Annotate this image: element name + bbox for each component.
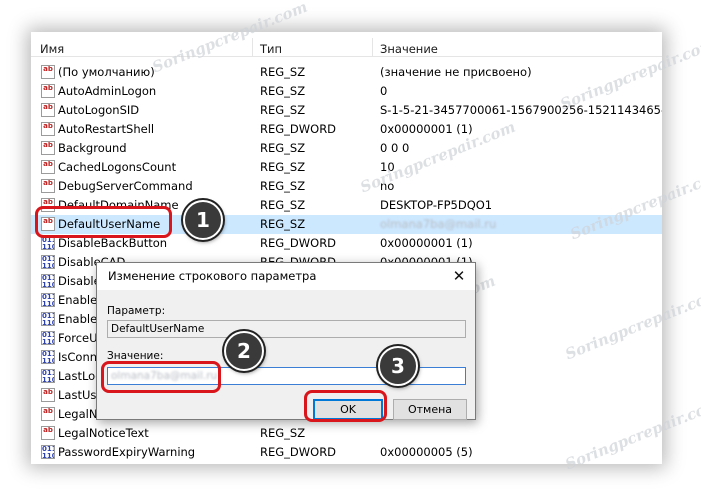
table-row[interactable]: ab DebugServerCommand REG_SZ no [31,177,662,196]
value-data: 0 0 0 [380,141,410,155]
value-name: Disable [58,274,101,288]
value-type: REG_SZ [260,84,306,98]
close-icon[interactable]: ✕ [451,263,467,290]
value-name: CachedLogonsCount [58,160,177,174]
value-name: (По умолчанию) [58,65,155,79]
value-data: 0x00000001 (1) [380,122,473,136]
string-value-icon: ab [41,388,55,402]
value-type: REG_DWORD [260,236,337,250]
param-name-field: DefaultUserName [107,320,466,338]
value-name: LegalNoticeText [58,426,149,440]
dword-value-icon: 011110 [41,312,55,326]
cancel-button[interactable]: Отмена [393,399,467,420]
callout-badge-1: 1 [183,200,223,240]
table-row[interactable]: ab AutoAdminLogon REG_SZ 0 [31,82,662,101]
callout-highlight-ok [304,390,387,422]
dword-value-icon: 011110 [41,274,55,288]
string-value-icon: ab [41,65,55,79]
string-value-icon: ab [41,160,55,174]
value-data: olmana7ba@mail.ru [380,217,497,231]
edit-string-dialog: Изменение строкового параметра ✕ Парамет… [96,262,476,420]
value-name: AutoAdminLogon [58,84,157,98]
value-data: DESKTOP-FP5DQO1 [380,198,493,212]
column-name-header[interactable]: Имя [40,42,64,56]
value-type: REG_SZ [260,103,306,117]
dialog-title: Изменение строкового параметра [108,269,317,283]
value-data: S-1-5-21-3457700061-1567900256-152114346… [380,103,662,117]
table-row[interactable]: ab AutoLogonSID REG_SZ S-1-5-21-3457700061-… [31,101,662,120]
value-data: 0x00000001 (1) [380,236,473,250]
dword-value-icon: 011110 [41,369,55,383]
table-row[interactable]: ab LegalNoticeText REG_SZ [31,424,662,443]
value-type: REG_SZ [260,217,306,231]
value-type: REG_DWORD [260,122,337,136]
value-name: AutoRestartShell [58,122,155,136]
value-data: (значение не присвоено) [380,65,532,79]
dword-value-icon: 011110 [41,350,55,364]
table-row[interactable]: ab (По умолчанию) REG_SZ (значение не присв… [31,63,662,82]
table-row[interactable]: ab Background REG_SZ 0 0 0 [31,139,662,158]
callout-highlight-defaultusername [35,206,172,238]
string-value-icon: ab [41,179,55,193]
table-row[interactable]: 011110PasswordExpiryWarning REG_DWORD 0x00… [31,443,662,462]
value-name: ForceU [58,331,98,345]
value-data: no [380,179,395,193]
value-type: REG_SZ [260,179,306,193]
value-data: 0 [380,84,388,98]
string-value-icon: ab [41,122,55,136]
string-value-icon: ab [41,426,55,440]
dword-value-icon: 011110 [41,331,55,345]
dialog-titlebar[interactable]: Изменение строкового параметра ✕ [97,263,475,290]
value-data: 0x00000005 (5) [380,445,473,459]
value-name: DebugServerCommand [58,179,193,193]
value-type: REG_SZ [260,160,306,174]
callout-badge-2: 2 [224,331,264,371]
string-value-icon: ab [41,103,55,117]
callout-badge-3: 3 [378,346,418,386]
column-type-header[interactable]: Тип [260,42,282,56]
dword-value-icon: 011110 [41,236,55,250]
string-value-icon: ab [41,84,55,98]
column-value-header[interactable]: Значение [380,42,438,56]
value-type: REG_SZ [260,198,306,212]
callout-highlight-value-field [101,361,221,393]
value-name: PasswordExpiryWarning [58,445,196,459]
table-row[interactable]: ab CachedLogonsCount REG_SZ 10 [31,158,662,177]
value-name: LegalN [58,407,98,421]
value-type: REG_SZ [260,426,306,440]
value-type: REG_DWORD [260,445,337,459]
value-type: REG_SZ [260,141,306,155]
string-value-icon: ab [41,141,55,155]
value-name: AutoLogonSID [58,103,140,117]
value-name: Background [58,141,127,155]
string-value-icon: ab [41,407,55,421]
dword-value-icon: 011110 [41,255,55,269]
param-label: Параметр: [107,305,166,317]
value-name: IsConn [58,350,98,364]
dword-value-icon: 011110 [41,445,55,459]
value-data: 10 [380,160,395,174]
dword-value-icon: 011110 [41,293,55,307]
column-header: Имя Тип Значение [31,32,662,57]
table-row[interactable]: ab AutoRestartShell REG_DWORD 0x00000001 (1… [31,120,662,139]
value-type: REG_SZ [260,65,306,79]
